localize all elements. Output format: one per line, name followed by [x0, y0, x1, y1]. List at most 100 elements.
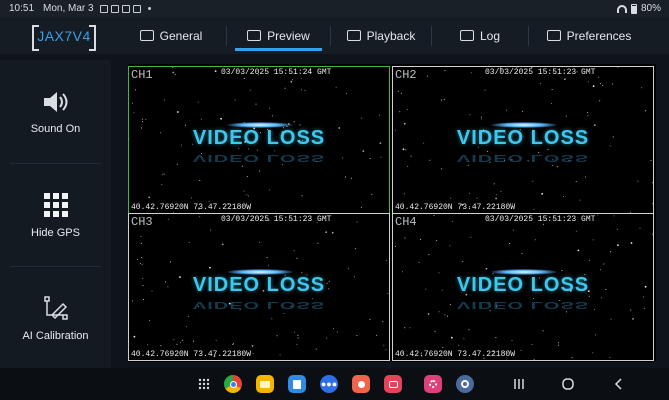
- star: [651, 203, 653, 205]
- bixby-icon[interactable]: [424, 375, 442, 393]
- star: [221, 243, 224, 246]
- channel-2-view[interactable]: CH2 03/03/2025 15:51:23 GMT VIDEO LOSS V…: [392, 66, 654, 214]
- star: [521, 252, 523, 254]
- star: [315, 348, 317, 350]
- star: [140, 235, 142, 237]
- star: [418, 262, 420, 263]
- preferences-icon: [546, 30, 561, 41]
- ai-calibration-label: AI Calibration: [22, 329, 89, 342]
- files-icon[interactable]: [256, 375, 274, 393]
- app-drawer-icon[interactable]: [195, 375, 213, 393]
- sidebar-divider: [10, 266, 101, 267]
- star: [409, 327, 411, 329]
- star: [444, 70, 446, 72]
- status-date: Mon, Mar 3: [43, 3, 94, 14]
- screen-recorder-icon[interactable]: [384, 375, 402, 393]
- star: [356, 335, 358, 337]
- tab-preview[interactable]: Preview: [227, 17, 330, 54]
- star: [209, 229, 211, 231]
- recent-apps-icon[interactable]: [512, 375, 526, 393]
- star: [522, 110, 524, 112]
- star: [443, 98, 445, 100]
- star: [652, 182, 653, 184]
- star: [301, 195, 303, 197]
- star: [326, 337, 328, 339]
- star: [382, 321, 384, 323]
- star: [188, 316, 190, 317]
- star: [215, 339, 217, 341]
- channel-3-view[interactable]: CH3 03/03/2025 15:51:23 GMT VIDEO LOSS V…: [128, 213, 390, 361]
- star: [297, 337, 299, 339]
- app-window: 10:51 Mon, Mar 3 80% JAX7V4 General Prev: [0, 0, 669, 400]
- star: [160, 345, 162, 347]
- star: [234, 99, 236, 101]
- star: [346, 92, 347, 94]
- star: [297, 334, 299, 336]
- star: [394, 245, 396, 247]
- sound-toggle-button[interactable]: Sound On: [0, 62, 111, 162]
- star: [145, 119, 147, 121]
- star: [376, 334, 378, 336]
- tab-log[interactable]: Log: [432, 17, 528, 54]
- channel-1-view[interactable]: CH1 03/03/2025 15:51:24 GMT VIDEO LOSS V…: [128, 66, 390, 214]
- star: [404, 237, 406, 239]
- star: [296, 343, 298, 345]
- battery-icon: [630, 3, 637, 14]
- sidebar-divider: [10, 163, 101, 164]
- star: [276, 335, 278, 337]
- tab-label: Preferences: [566, 28, 632, 43]
- star: [565, 311, 567, 313]
- notification-icon: [110, 4, 119, 13]
- tab-preferences[interactable]: Preferences: [529, 17, 649, 54]
- star: [589, 259, 591, 261]
- star: [233, 343, 235, 345]
- chrome-icon[interactable]: [224, 375, 242, 393]
- star: [197, 101, 199, 103]
- star: [378, 114, 380, 116]
- star: [371, 193, 373, 195]
- more-notifications-dot: [147, 7, 151, 10]
- star: [141, 118, 143, 120]
- star: [639, 227, 641, 229]
- channel-label: CH2: [395, 68, 417, 82]
- tab-general[interactable]: General: [116, 17, 226, 54]
- calendar-icon[interactable]: [288, 375, 306, 393]
- video-loss-text: VIDEO LOSS: [456, 274, 590, 296]
- star: [172, 67, 174, 68]
- status-bar: 10:51 Mon, Mar 3 80%: [0, 0, 669, 17]
- video-loss-text: VIDEO LOSS: [192, 127, 326, 149]
- tab-playback[interactable]: Playback: [331, 17, 431, 54]
- star: [597, 214, 599, 216]
- star: [476, 197, 478, 199]
- star: [209, 266, 211, 269]
- star: [193, 340, 194, 342]
- star: [592, 239, 594, 241]
- messages-icon[interactable]: ●●●: [320, 375, 338, 393]
- star: [480, 118, 482, 120]
- star: [161, 183, 163, 185]
- star: [141, 264, 143, 265]
- preview-icon: [247, 30, 262, 41]
- home-icon[interactable]: [561, 375, 575, 393]
- star: [434, 331, 436, 333]
- star: [551, 89, 553, 91]
- ai-calibration-button[interactable]: AI Calibration: [0, 268, 111, 368]
- star: [600, 269, 601, 271]
- star: [602, 84, 604, 86]
- star: [142, 121, 144, 123]
- star: [593, 124, 596, 126]
- back-icon[interactable]: [612, 375, 626, 393]
- star: [191, 197, 192, 199]
- pen-icon: [43, 295, 68, 320]
- contacts-icon[interactable]: [352, 375, 370, 393]
- star: [563, 196, 564, 197]
- channel-4-view[interactable]: CH4 03/03/2025 15:51:23 GMT VIDEO LOSS V…: [392, 213, 654, 361]
- star: [540, 82, 542, 84]
- star: [385, 259, 387, 261]
- hide-gps-button[interactable]: Hide GPS: [0, 165, 111, 265]
- star: [299, 124, 301, 126]
- star: [436, 239, 438, 241]
- star: [595, 334, 597, 336]
- star: [172, 71, 175, 74]
- settings-icon[interactable]: [456, 375, 474, 393]
